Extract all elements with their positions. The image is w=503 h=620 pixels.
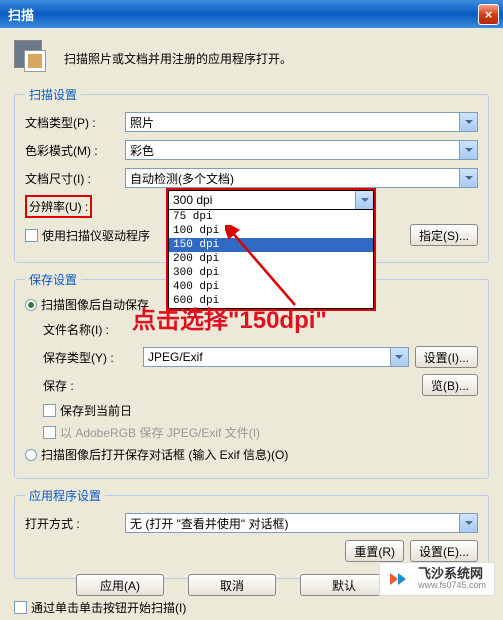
close-button[interactable]: ×	[478, 4, 499, 25]
chevron-down-icon	[459, 169, 477, 187]
resolution-current: 300 dpi	[173, 193, 212, 207]
save-today-label: 保存到当前日	[60, 402, 132, 419]
apply-button[interactable]: 应用(A)	[76, 574, 164, 596]
save-to-label: 保存 :	[43, 377, 143, 394]
watermark-line2: www.fs0745.com	[418, 581, 486, 591]
specify-button[interactable]: 指定(S)...	[410, 224, 478, 246]
open-with-combo[interactable]: 无 (打开 "查看并使用" 对话框)	[125, 513, 478, 533]
save-today-checkbox[interactable]	[43, 404, 56, 417]
single-click-label: 通过单击单击按钮开始扫描(I)	[31, 599, 186, 616]
chevron-down-icon	[355, 191, 373, 209]
open-dialog-radio[interactable]	[25, 449, 37, 461]
save-type-value: JPEG/Exif	[148, 350, 203, 364]
resolution-dropdown[interactable]: 300 dpi 75 dpi100 dpi150 dpi200 dpi300 d…	[166, 188, 376, 311]
save-type-combo[interactable]: JPEG/Exif	[143, 347, 409, 367]
browse-button[interactable]: 览(B)...	[422, 374, 478, 396]
resolution-option[interactable]: 150 dpi	[169, 238, 373, 252]
use-driver-label: 使用扫描仪驱动程序	[42, 227, 150, 244]
header-description: 扫描照片或文档并用注册的应用程序打开。	[64, 50, 292, 67]
file-name-label: 文件名称(I) :	[43, 321, 143, 338]
watermark-line1: 飞沙系统网	[418, 567, 486, 581]
doc-type-value: 照片	[130, 114, 154, 131]
app-set-button[interactable]: 设置(E)...	[410, 540, 478, 562]
app-settings-legend: 应用程序设置	[25, 487, 105, 504]
resolution-combo-open[interactable]: 300 dpi	[168, 190, 374, 210]
default-button[interactable]: 默认	[300, 574, 388, 596]
adobe-rgb-label: 以 AdobeRGB 保存 JPEG/Exif 文件(I)	[60, 424, 260, 441]
chevron-down-icon	[390, 348, 408, 366]
doc-size-combo[interactable]: 自动检测(多个文档)	[125, 168, 478, 188]
doc-type-combo[interactable]: 照片	[125, 112, 478, 132]
resolution-option[interactable]: 200 dpi	[169, 252, 373, 266]
resolution-option[interactable]: 75 dpi	[169, 210, 373, 224]
use-driver-checkbox[interactable]	[25, 229, 38, 242]
reset-button[interactable]: 重置(R)	[345, 540, 404, 562]
open-with-label: 打开方式 :	[25, 515, 125, 532]
cancel-button[interactable]: 取消	[188, 574, 276, 596]
auto-save-radio[interactable]	[25, 299, 37, 311]
scan-icon	[14, 40, 54, 76]
doc-type-label: 文档类型(P) :	[25, 114, 125, 131]
scan-settings-legend: 扫描设置	[25, 86, 81, 103]
doc-size-label: 文档尺寸(I) :	[25, 170, 125, 187]
open-with-value: 无 (打开 "查看并使用" 对话框)	[130, 515, 289, 532]
save-settings-legend: 保存设置	[25, 271, 81, 288]
auto-save-label: 扫描图像后自动保存	[41, 296, 149, 313]
chevron-down-icon	[459, 514, 477, 532]
color-mode-combo[interactable]: 彩色	[125, 140, 478, 160]
resolution-label: 分辨率(U) :	[25, 195, 92, 218]
watermark-icon	[388, 567, 412, 591]
color-mode-label: 色彩模式(M) :	[25, 142, 125, 159]
resolution-option[interactable]: 400 dpi	[169, 280, 373, 294]
window-title: 扫描	[8, 5, 478, 24]
save-type-label: 保存类型(Y) :	[43, 349, 143, 366]
resolution-option[interactable]: 300 dpi	[169, 266, 373, 280]
resolution-option[interactable]: 600 dpi	[169, 294, 373, 308]
adobe-rgb-checkbox[interactable]	[43, 426, 56, 439]
save-type-set-button[interactable]: 设置(I)...	[415, 346, 478, 368]
color-mode-value: 彩色	[130, 142, 154, 159]
watermark: 飞沙系统网 www.fs0745.com	[379, 562, 495, 596]
resolution-option[interactable]: 100 dpi	[169, 224, 373, 238]
chevron-down-icon	[459, 141, 477, 159]
open-dialog-label: 扫描图像后打开保存对话框 (输入 Exif 信息)(O)	[41, 446, 288, 463]
doc-size-value: 自动检测(多个文档)	[130, 170, 234, 187]
single-click-checkbox[interactable]	[14, 601, 27, 614]
chevron-down-icon	[459, 113, 477, 131]
